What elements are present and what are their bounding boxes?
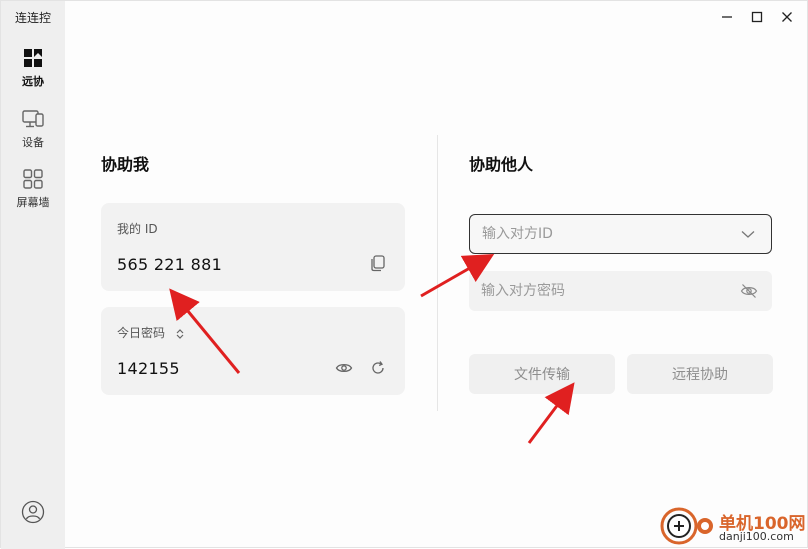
watermark: 单机100网 danji100.com bbox=[657, 505, 807, 547]
close-icon bbox=[782, 12, 792, 22]
close-button[interactable] bbox=[775, 7, 799, 27]
my-id-value: 565 221 881 bbox=[117, 255, 223, 274]
eye-icon[interactable] bbox=[335, 359, 353, 377]
refresh-icon[interactable] bbox=[369, 359, 387, 377]
app-title: 连连控 bbox=[15, 11, 52, 25]
minimize-button[interactable] bbox=[715, 7, 739, 27]
watermark-url: danji100.com bbox=[719, 530, 794, 543]
sidebar-item-devices[interactable]: 设备 bbox=[1, 108, 65, 150]
user-avatar-icon[interactable] bbox=[21, 500, 45, 524]
screen-wall-icon bbox=[23, 169, 43, 189]
sidebar-item-remote-assist[interactable]: 远协 bbox=[1, 47, 65, 89]
maximize-button[interactable] bbox=[745, 7, 769, 27]
partner-id-input[interactable] bbox=[482, 215, 722, 253]
window-controls bbox=[715, 7, 799, 27]
partner-id-field[interactable] bbox=[469, 214, 772, 254]
section-divider bbox=[437, 135, 438, 411]
remote-assist-icon bbox=[24, 49, 42, 67]
copy-icon[interactable] bbox=[369, 254, 387, 272]
password-value: 142155 bbox=[117, 359, 180, 378]
sidebar-item-label: 设备 bbox=[22, 136, 44, 149]
password-label: 今日密码 bbox=[117, 326, 166, 340]
minimize-icon bbox=[722, 16, 732, 18]
file-transfer-button[interactable]: 文件传输 bbox=[469, 354, 615, 394]
device-icon bbox=[22, 110, 44, 128]
sidebar-item-screen-wall[interactable]: 屏幕墙 bbox=[1, 168, 65, 210]
my-id-card: 我的 ID 565 221 881 bbox=[101, 203, 405, 291]
assist-others-title: 协助他人 bbox=[469, 155, 534, 174]
sidebar-item-label: 远协 bbox=[22, 75, 44, 88]
assist-me-title: 协助我 bbox=[101, 155, 150, 174]
maximize-icon bbox=[751, 11, 763, 23]
partner-password-input[interactable] bbox=[481, 271, 721, 311]
my-id-label: 我的 ID bbox=[117, 222, 158, 236]
sidebar-item-label: 屏幕墙 bbox=[16, 196, 50, 209]
password-label-row[interactable]: 今日密码 bbox=[117, 324, 185, 341]
app-window: 连连控 远协 设备 屏幕墙 协助我 我的 ID 565 221 881 今日密码… bbox=[0, 0, 808, 549]
password-card: 今日密码 142155 bbox=[101, 307, 405, 395]
chevron-down-icon[interactable] bbox=[739, 225, 757, 243]
remote-assist-button[interactable]: 远程协助 bbox=[627, 354, 773, 394]
eye-off-icon[interactable] bbox=[740, 282, 758, 300]
updown-chevron-icon bbox=[176, 328, 184, 339]
sidebar: 连连控 远协 设备 屏幕墙 bbox=[1, 1, 65, 549]
partner-password-field[interactable] bbox=[469, 271, 772, 311]
arrow-to-file-transfer bbox=[527, 382, 575, 444]
watermark-logo-icon bbox=[660, 507, 713, 545]
